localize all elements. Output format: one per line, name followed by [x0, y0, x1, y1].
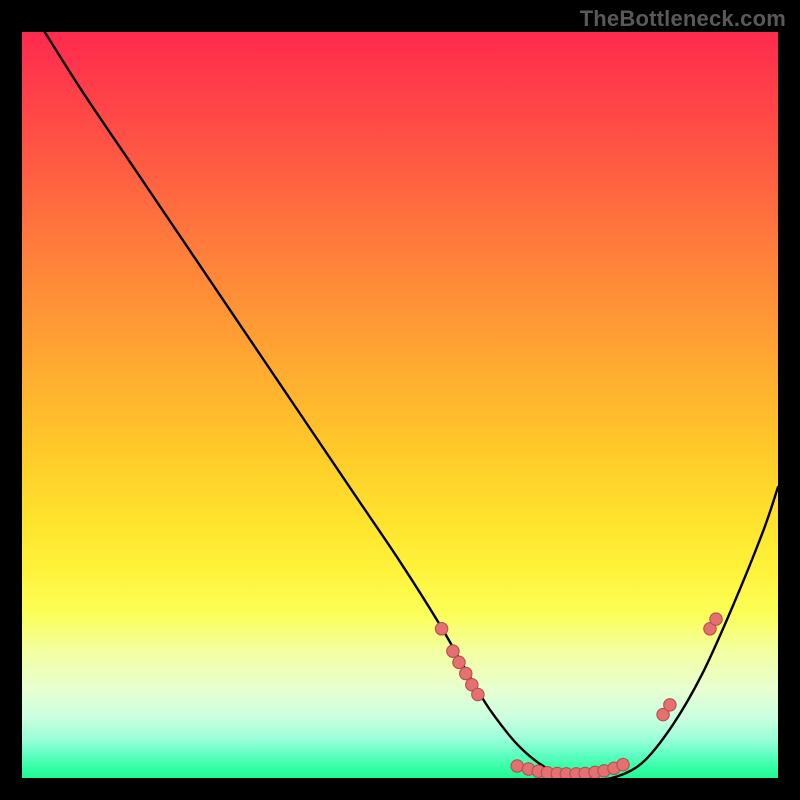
plot-area [22, 32, 778, 778]
curve-marker [617, 758, 629, 770]
curve-svg [22, 32, 778, 778]
bottleneck-curve [45, 32, 778, 778]
curve-marker [460, 667, 472, 679]
curve-marker [447, 645, 459, 657]
curve-marker [664, 699, 676, 711]
curve-marker [511, 760, 523, 772]
curve-marker [453, 656, 465, 668]
curve-marker [435, 623, 447, 635]
curve-marker-group [435, 613, 722, 778]
curve-marker [710, 613, 722, 625]
curve-marker [472, 688, 484, 700]
chart-frame: TheBottleneck.com [0, 0, 800, 800]
watermark-text: TheBottleneck.com [580, 6, 786, 32]
